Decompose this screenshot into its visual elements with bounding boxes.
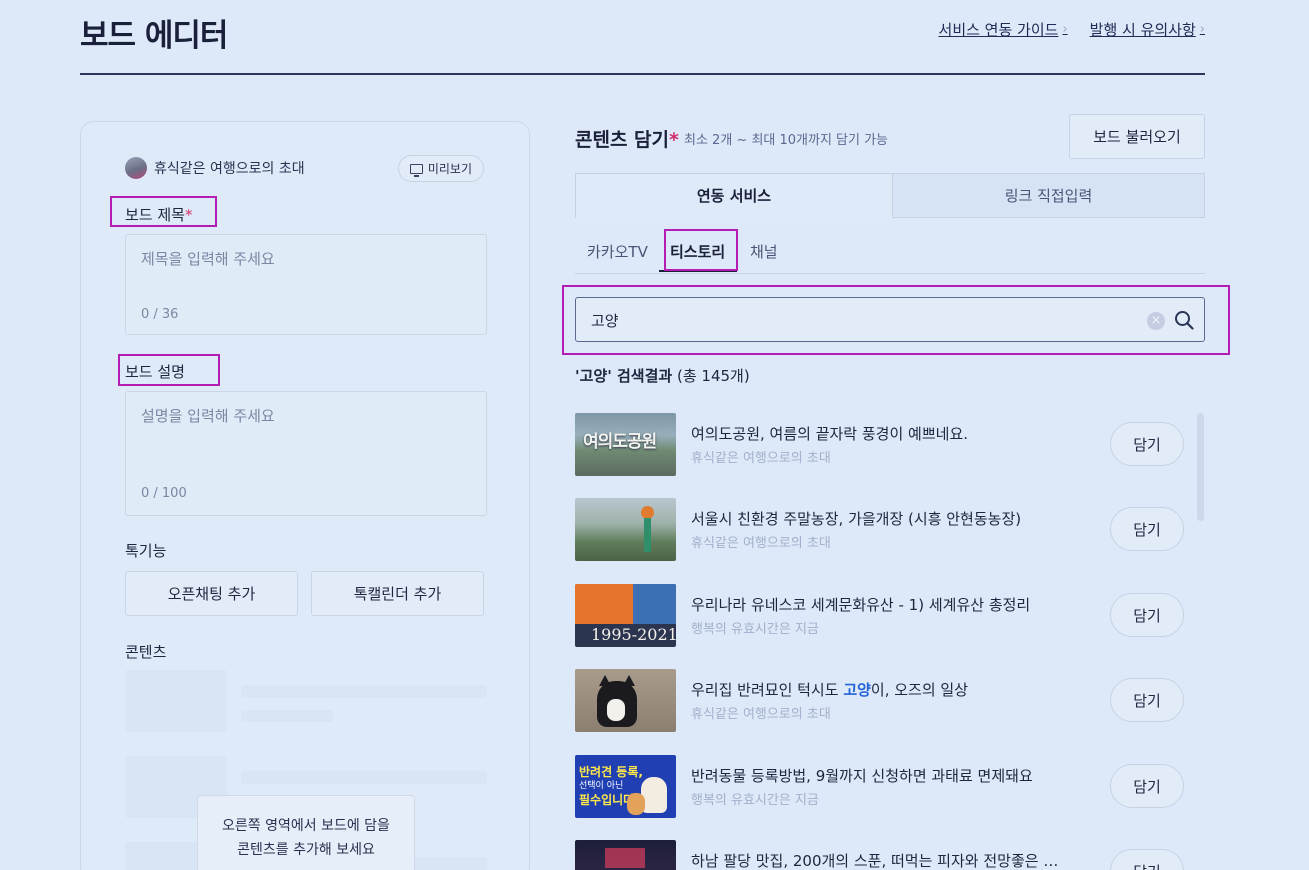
add-button[interactable]: 담기	[1110, 593, 1184, 637]
board-desc-counter: 0 / 100	[141, 486, 187, 501]
load-board-button[interactable]: 보드 불러오기	[1069, 114, 1205, 159]
profile-name: 휴식같은 여행으로의 초대	[154, 161, 305, 177]
search-input[interactable]: 고양 ×	[575, 297, 1205, 342]
required-mark: *	[669, 129, 679, 151]
thumbnail: 1995-2021	[575, 584, 676, 647]
chevron-right-icon: ›	[1199, 22, 1205, 37]
list-item: 서울시 친환경 주말농장, 가을개장 (시흥 안현동농장) 휴식같은 여행으로의…	[575, 498, 1205, 562]
list-item: 하남 팔당 맛집, 200개의 스푼, 떠먹는 피자와 전망좋은 … 담기	[575, 840, 1205, 870]
publish-notice-label: 발행 시 유의사항	[1089, 21, 1196, 39]
publish-notice-link[interactable]: 발행 시 유의사항 ›	[1090, 19, 1205, 40]
tooltip-line: 콘텐츠를 추가해 보세요	[237, 842, 375, 858]
add-button[interactable]: 담기	[1110, 507, 1184, 551]
subtab-channel[interactable]: 채널	[750, 241, 778, 262]
list-item: 반려견 등록, 선택이 아닌 필수입니다. 반려동물 등록방법, 9월까지 신청…	[575, 755, 1205, 819]
add-openchat-button[interactable]: 오픈채팅 추가	[125, 571, 298, 616]
board-desc-input[interactable]: 설명을 입력해 주세요 0 / 100	[125, 391, 487, 516]
subtab-kakaotv[interactable]: 카카오TV	[587, 241, 648, 262]
profile: 휴식같은 여행으로의 초대	[125, 157, 305, 179]
search-value: 고양	[591, 312, 619, 330]
board-desc-placeholder: 설명을 입력해 주세요	[141, 407, 275, 425]
content-title-text: 콘텐츠 담기	[575, 129, 670, 151]
search-result-header: '고양' 검색결과 (총 145개)	[575, 365, 750, 386]
skeleton-thumb	[125, 670, 227, 732]
add-button[interactable]: 담기	[1110, 764, 1184, 808]
service-guide-link[interactable]: 서비스 연동 가이드 ›	[939, 19, 1068, 40]
result-list: 여의도공원 여의도공원, 여름의 끝자락 풍경이 예쁘네요. 휴식같은 여행으로…	[575, 413, 1205, 870]
item-source: 행복의 유효시간은 지금	[691, 793, 819, 808]
skeleton-line	[241, 771, 487, 784]
thumb-text: 선택이 아닌	[579, 781, 624, 791]
add-button[interactable]: 담기	[1110, 849, 1184, 870]
item-title-part: 우리집 반려묘인 턱시도	[691, 681, 844, 699]
item-title: 우리나라 유네스코 세계문화유산 - 1) 세계유산 총정리	[691, 596, 1031, 614]
tab-direct-link[interactable]: 링크 직접입력	[892, 173, 1205, 218]
tooltip-line: 오른쪽 영역에서 보드에 담을	[222, 818, 390, 834]
chevron-right-icon: ›	[1062, 22, 1068, 37]
item-title: 하남 팔당 맛집, 200개의 스푼, 떠먹는 피자와 전망좋은 …	[691, 852, 1059, 870]
item-source: 휴식같은 여행으로의 초대	[691, 707, 831, 722]
item-title: 반려동물 등록방법, 9월까지 신청하면 과태료 면제돼요	[691, 767, 1033, 785]
contents-hint-tooltip: 오른쪽 영역에서 보드에 담을 콘텐츠를 추가해 보세요	[197, 795, 415, 870]
thumbnail	[575, 669, 676, 732]
board-form-panel: 휴식같은 여행으로의 초대 미리보기 보드 제목* 제목을 입력해 주세요 0 …	[80, 121, 530, 870]
result-query: '고양' 검색결과	[575, 367, 673, 385]
list-item: 여의도공원 여의도공원, 여름의 끝자락 풍경이 예쁘네요. 휴식같은 여행으로…	[575, 413, 1205, 477]
preview-button[interactable]: 미리보기	[397, 155, 484, 182]
result-list-scrollbar[interactable]	[1197, 413, 1204, 521]
thumbnail	[575, 498, 676, 561]
avatar	[125, 157, 147, 179]
thumb-text: 1995-2021	[591, 625, 676, 644]
tab-linked-services[interactable]: 연동 서비스	[575, 173, 893, 218]
thumbnail	[575, 840, 676, 870]
board-title-placeholder: 제목을 입력해 주세요	[141, 250, 275, 268]
search-keyword-highlight: 고양	[843, 681, 871, 699]
content-section-title: 콘텐츠 담기*	[575, 125, 679, 152]
search-icon[interactable]	[1174, 310, 1194, 330]
thumbnail: 여의도공원	[575, 413, 676, 476]
content-section-subtitle: 최소 2개 ~ 최대 10개까지 담기 가능	[684, 133, 889, 148]
service-guide-label: 서비스 연동 가이드	[938, 21, 1059, 39]
page-title: 보드 에디터	[80, 18, 228, 54]
board-title-input[interactable]: 제목을 입력해 주세요 0 / 36	[125, 234, 487, 335]
thumbnail: 반려견 등록, 선택이 아닌 필수입니다.	[575, 755, 676, 818]
skeleton-line	[241, 685, 487, 698]
item-title: 서울시 친환경 주말농장, 가을개장 (시흥 안현동농장)	[691, 510, 1022, 528]
item-title-part: 이, 오즈의 일상	[870, 681, 969, 699]
thumb-text: 반려견 등록,	[579, 765, 643, 779]
highlight-box	[110, 196, 217, 227]
highlight-box	[664, 229, 738, 271]
contents-label: 콘텐츠	[125, 643, 167, 661]
add-talkcalendar-button[interactable]: 톡캘린더 추가	[311, 571, 484, 616]
list-item: 1995-2021 우리나라 유네스코 세계문화유산 - 1) 세계유산 총정리…	[575, 584, 1205, 648]
highlight-box	[118, 354, 220, 386]
item-source: 휴식같은 여행으로의 초대	[691, 536, 831, 551]
item-title: 우리집 반려묘인 턱시도 고양이, 오즈의 일상	[691, 679, 968, 700]
monitor-icon	[409, 163, 423, 177]
result-count: (총 145개)	[677, 367, 750, 385]
clear-icon[interactable]: ×	[1147, 312, 1165, 330]
item-source: 휴식같은 여행으로의 초대	[691, 451, 831, 466]
add-button[interactable]: 담기	[1110, 422, 1184, 466]
list-item: 우리집 반려묘인 턱시도 고양이, 오즈의 일상 휴식같은 여행으로의 초대 담…	[575, 669, 1205, 733]
top-links: 서비스 연동 가이드 › 발행 시 유의사항 ›	[939, 19, 1205, 40]
item-source: 행복의 유효시간은 지금	[691, 622, 819, 637]
features-label: 톡기능	[125, 542, 167, 560]
subtab-divider	[575, 273, 1205, 274]
preview-label: 미리보기	[427, 162, 472, 176]
skeleton-line	[241, 710, 333, 722]
item-title: 여의도공원, 여름의 끝자락 풍경이 예쁘네요.	[691, 425, 969, 443]
thumb-text: 여의도공원	[583, 432, 657, 452]
header-divider	[80, 73, 1205, 75]
add-button[interactable]: 담기	[1110, 678, 1184, 722]
board-title-counter: 0 / 36	[141, 307, 179, 322]
